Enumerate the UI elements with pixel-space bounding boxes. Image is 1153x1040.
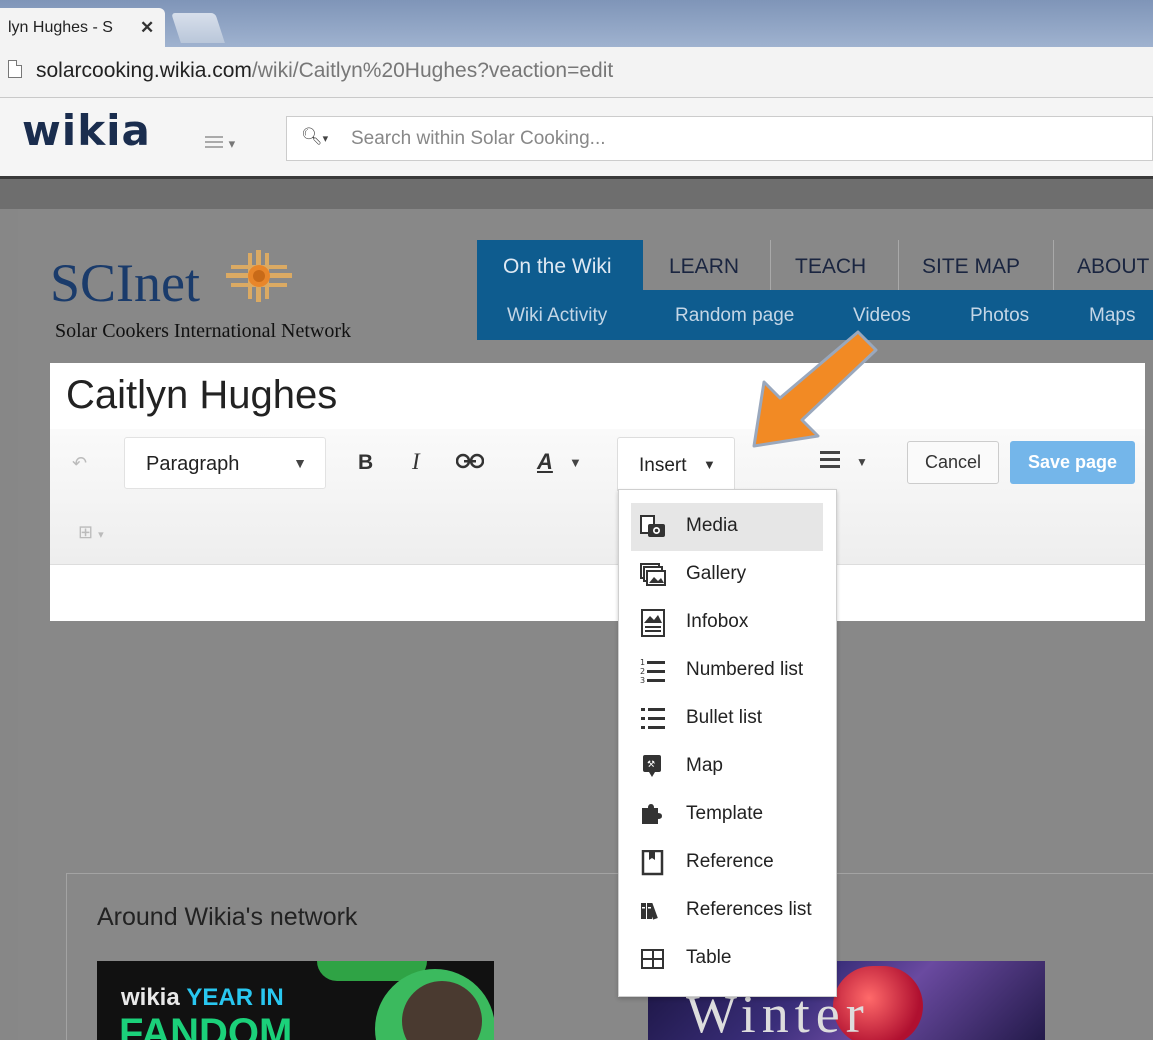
subnav-videos[interactable]: Videos — [853, 305, 911, 327]
infobox-icon — [641, 609, 665, 637]
media-icon — [640, 515, 665, 537]
chevron-down-icon[interactable]: ▼ — [569, 455, 582, 470]
tab-title: lyn Hughes - S — [8, 19, 113, 36]
close-tab-icon[interactable]: ✕ — [140, 18, 154, 38]
wikia-global-nav: wikia ▾ 🔍︎▾ — [0, 98, 1153, 179]
search-input[interactable] — [349, 127, 1053, 151]
map-icon: ⚒ — [643, 755, 661, 777]
table-icon[interactable]: ⊞ ▾ — [78, 522, 104, 543]
page-title: Caitlyn Hughes — [66, 373, 338, 417]
svg-text:2: 2 — [640, 667, 645, 676]
italic-button[interactable]: I — [412, 449, 420, 475]
tab-on-the-wiki[interactable]: On the Wiki — [477, 240, 643, 290]
insert-menu-button[interactable]: Insert ▼ — [617, 437, 735, 491]
subnav-wiki-activity[interactable]: Wiki Activity — [507, 305, 607, 327]
browser-tab[interactable]: lyn Hughes - S ✕ — [0, 8, 165, 47]
subnav-random-page[interactable]: Random page — [675, 305, 794, 327]
numbered-list-icon: 123 — [640, 658, 665, 685]
tab-about[interactable]: ABOUT — [1077, 240, 1149, 290]
subnav-photos[interactable]: Photos — [970, 305, 1029, 327]
around-network-title: Around Wikia's network — [97, 903, 358, 931]
site-nav: On the Wiki LEARN TEACH SITE MAP ABOUT — [477, 240, 1153, 290]
menu-item-table[interactable]: Table — [631, 935, 823, 983]
wikia-logo[interactable]: wikia — [22, 106, 151, 155]
chevron-down-icon: ▼ — [293, 455, 307, 471]
cancel-button[interactable]: Cancel — [907, 441, 999, 484]
page-icon — [8, 60, 22, 78]
text-style-button[interactable]: A — [537, 449, 553, 475]
paragraph-label: Paragraph — [146, 453, 240, 475]
menu-item-infobox[interactable]: Infobox — [631, 599, 823, 647]
subnav-maps[interactable]: Maps — [1089, 305, 1135, 327]
menu-item-numbered-list[interactable]: 123 Numbered list — [631, 647, 823, 695]
menu-item-media[interactable]: Media — [631, 503, 823, 551]
link-icon[interactable] — [455, 453, 485, 474]
search-box[interactable]: 🔍︎▾ — [286, 116, 1153, 161]
svg-text:⚒: ⚒ — [647, 760, 655, 770]
tab-learn[interactable]: LEARN — [669, 240, 739, 290]
svg-text:3: 3 — [640, 676, 645, 685]
insert-dropdown-menu: Media Gallery Infobox 123 Numbered list … — [618, 489, 837, 997]
tab-teach[interactable]: TEACH — [795, 240, 866, 290]
sun-logo-icon — [226, 250, 292, 302]
menu-item-template[interactable]: Template — [631, 791, 823, 839]
save-page-button[interactable]: Save page — [1010, 441, 1135, 484]
reference-icon — [641, 850, 664, 876]
address-bar[interactable]: solarcooking.wikia.com/wiki/Caitlyn%20Hu… — [0, 47, 1153, 98]
menu-item-map[interactable]: ⚒ Map — [631, 743, 823, 791]
page-top-strip — [0, 179, 1153, 209]
chevron-down-icon[interactable]: ▼ — [856, 455, 868, 469]
new-tab-button[interactable] — [171, 13, 225, 43]
tab-site-map[interactable]: SITE MAP — [922, 240, 1020, 290]
menu-item-references-list[interactable]: References list — [631, 887, 823, 935]
template-icon — [642, 804, 662, 824]
paragraph-format-dropdown[interactable]: Paragraph ▼ — [124, 437, 326, 489]
gallery-icon — [640, 563, 666, 586]
browser-tab-strip: lyn Hughes - S ✕ — [0, 0, 1153, 47]
hamburger-menu-icon[interactable]: ▾ — [205, 131, 235, 154]
site-subtitle: Solar Cookers International Network — [55, 320, 352, 342]
network-thumbnail-fandom[interactable]: wikia YEAR IN FANDOM — [97, 961, 494, 1040]
menu-item-reference[interactable]: Reference — [631, 839, 823, 887]
table-icon — [641, 949, 664, 969]
annotation-arrow-icon — [752, 330, 878, 448]
svg-text:1: 1 — [640, 658, 645, 667]
menu-item-bullet-list[interactable]: Bullet list — [631, 695, 823, 743]
insert-label: Insert — [639, 455, 687, 476]
url-text[interactable]: solarcooking.wikia.com/wiki/Caitlyn%20Hu… — [36, 59, 613, 83]
site-logo[interactable]: SCInet — [50, 252, 200, 314]
references-list-icon — [641, 902, 658, 920]
bold-button[interactable]: B — [358, 451, 373, 475]
editor-toolbar: ↶ Paragraph ▼ B I A ▼ Insert ▼ ▼ Cancel … — [50, 429, 1145, 565]
chevron-down-icon: ▼ — [703, 457, 716, 472]
undo-icon[interactable]: ↶ — [72, 453, 87, 474]
list-format-icon[interactable] — [820, 451, 840, 472]
menu-item-gallery[interactable]: Gallery — [631, 551, 823, 599]
bullet-list-icon — [641, 708, 665, 729]
search-icon[interactable]: 🔍︎▾ — [301, 127, 328, 147]
visual-editor: Caitlyn Hughes ↶ Paragraph ▼ B I A ▼ Ins… — [50, 363, 1145, 621]
